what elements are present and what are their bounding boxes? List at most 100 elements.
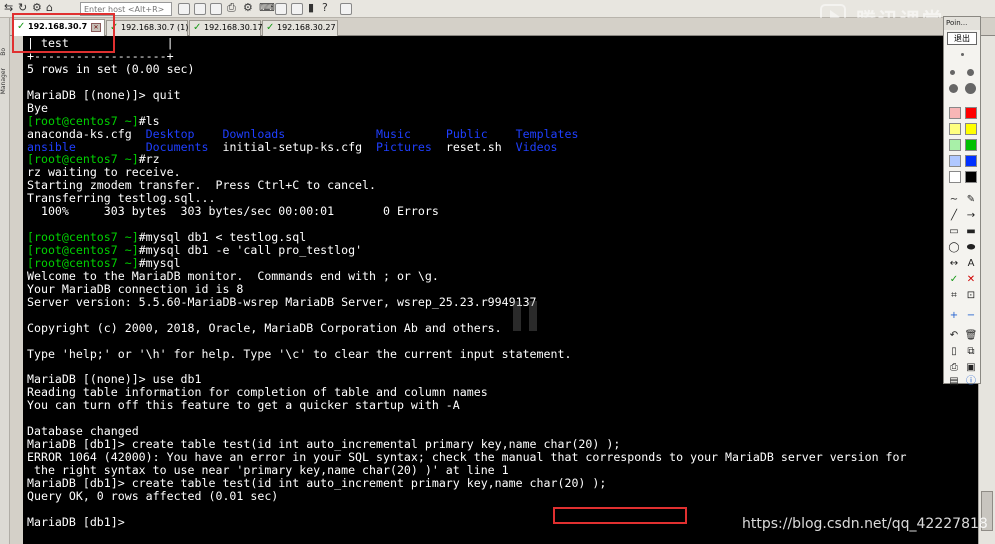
terminal-segment bbox=[76, 140, 146, 154]
freehand-icon[interactable]: ∼ bbox=[947, 193, 961, 206]
pause-icon bbox=[513, 301, 539, 331]
new-session-icon[interactable]: ⇆ bbox=[4, 1, 13, 14]
copy-image-icon[interactable]: ⧉ bbox=[964, 345, 978, 358]
terminal-segment: MariaDB [(none)]> quit bbox=[27, 87, 181, 102]
text-icon[interactable]: A bbox=[964, 257, 978, 270]
tab-label: 192.168.30.17 bbox=[204, 23, 263, 32]
toolbox-exit-button[interactable]: 退出 bbox=[947, 32, 977, 45]
color-swatch-white[interactable] bbox=[949, 171, 961, 183]
brush-size-small-icon[interactable] bbox=[961, 53, 964, 56]
color-swatch-light-yellow[interactable] bbox=[949, 123, 961, 135]
zoom-region-icon[interactable]: ⊡ bbox=[964, 289, 978, 302]
terminal-output[interactable]: | test | +-------------------+ 5 rows in s… bbox=[23, 36, 978, 544]
terminal-segment: Type 'help;' or '\h' for help. Type '\c'… bbox=[27, 346, 572, 361]
terminal-segment bbox=[285, 127, 376, 141]
save-icon[interactable]: ▣ bbox=[964, 361, 978, 374]
arrow-icon[interactable]: → bbox=[964, 209, 978, 222]
check-mark-icon[interactable]: ✓ bbox=[947, 273, 961, 286]
left-strip-label-1: Bo bbox=[0, 48, 7, 56]
zoom-in-icon[interactable]: + bbox=[947, 309, 961, 322]
terminal-segment: [root@centos7 ~] bbox=[27, 243, 139, 257]
double-arrow-icon[interactable]: ↔ bbox=[947, 257, 961, 270]
terminal-segment: +-------------------+ bbox=[27, 48, 174, 63]
sftp-icon[interactable]: ⚙ bbox=[243, 1, 253, 14]
find-icon[interactable] bbox=[210, 3, 222, 15]
info-icon[interactable]: ⓘ bbox=[964, 375, 978, 388]
color-swatch-yellow[interactable] bbox=[965, 123, 977, 135]
terminal-segment: [root@centos7 ~] bbox=[27, 113, 139, 128]
terminal-segment: Starting zmodem transfer. Press Ctrl+C t… bbox=[27, 178, 377, 193]
terminal-segment: Documents bbox=[145, 139, 209, 154]
terminal-segment: Welcome to the MariaDB monitor. Commands… bbox=[27, 268, 439, 283]
annotation-toolbox: Poin... 退出 ∼ ✎ ╱ → ▭ ▬ ◯ ⬬ ↔ A ✓ ✕ ⌗ ⊡ +… bbox=[943, 16, 981, 387]
terminal-segment: [root@centos7 ~] bbox=[27, 230, 139, 245]
lock-icon[interactable]: ⌂ bbox=[46, 1, 53, 14]
settings-icon[interactable]: ⚙ bbox=[32, 1, 42, 14]
color-swatch-pink[interactable] bbox=[949, 107, 961, 119]
terminal-segment: #rz bbox=[138, 152, 160, 167]
tab-label: 192.168.30.27 bbox=[277, 23, 336, 32]
connected-check-icon: ✓ bbox=[266, 22, 275, 33]
session-manager-strip[interactable]: Bo Manager bbox=[0, 18, 10, 544]
new-page-icon[interactable]: ▯ bbox=[947, 345, 961, 358]
color-swatch-light-blue[interactable] bbox=[949, 155, 961, 167]
rectangle-icon[interactable]: ▭ bbox=[947, 225, 961, 238]
color-swatch-blue[interactable] bbox=[965, 155, 977, 167]
terminal-line: MariaDB [(none)]> quit bbox=[27, 87, 906, 102]
zoom-out-icon[interactable]: − bbox=[964, 309, 978, 322]
tab-session-4[interactable]: ✓ 192.168.30.27 bbox=[262, 20, 338, 36]
terminal-segment: Public bbox=[445, 126, 488, 141]
color-swatch-red[interactable] bbox=[965, 107, 977, 119]
brush-size-xxl-icon[interactable] bbox=[965, 83, 976, 94]
terminal-segment: [root@centos7 ~] bbox=[27, 255, 139, 270]
transfer-icon[interactable]: ⌨ bbox=[259, 1, 275, 14]
connected-check-icon: ✓ bbox=[110, 22, 119, 33]
filled-rectangle-icon[interactable]: ▬ bbox=[964, 225, 978, 238]
terminal-segment: MariaDB [(none)]> use db1 bbox=[27, 372, 202, 387]
tab-session-1[interactable]: ✓ 192.168.30.7 ✕ bbox=[13, 19, 105, 36]
tab-session-2[interactable]: ✓ 192.168.30.7 (1) bbox=[106, 20, 188, 36]
sidebar-icon[interactable]: ▮ bbox=[308, 1, 314, 14]
keymap-icon[interactable] bbox=[275, 3, 287, 15]
copy-icon[interactable] bbox=[194, 3, 206, 15]
terminal-segment: You can turn off this feature to get a q… bbox=[27, 398, 460, 413]
print-image-icon[interactable]: ⎙ bbox=[947, 361, 961, 374]
host-input[interactable] bbox=[80, 2, 172, 16]
reconnect-icon[interactable]: ↻ bbox=[18, 1, 27, 14]
close-tab-icon[interactable]: ✕ bbox=[91, 23, 101, 32]
filled-ellipse-icon[interactable]: ⬬ bbox=[964, 241, 978, 254]
brush-size-large-icon[interactable] bbox=[967, 69, 974, 76]
terminal-segment: #mysql db1 -e 'call pro_testlog' bbox=[138, 243, 363, 257]
brush-size-medium-icon[interactable] bbox=[950, 70, 955, 75]
toolbox-title: Poin... bbox=[944, 17, 980, 30]
terminal-segment: #ls bbox=[138, 113, 160, 128]
terminal-segment: Your MariaDB connection id is 8 bbox=[27, 281, 244, 296]
ellipse-icon[interactable]: ◯ bbox=[947, 241, 961, 254]
color-swatch-light-green[interactable] bbox=[949, 139, 961, 151]
screenshot-icon[interactable]: ▤ bbox=[947, 375, 961, 388]
terminal-segment: Transferring testlog.sql... bbox=[27, 191, 216, 206]
tab-session-3[interactable]: ✓ 192.168.30.17 bbox=[189, 20, 263, 36]
line-icon[interactable]: ╱ bbox=[947, 209, 961, 222]
paste-icon[interactable] bbox=[178, 3, 190, 15]
toolbox-icon[interactable] bbox=[340, 3, 352, 15]
cross-mark-icon[interactable]: ✕ bbox=[964, 273, 978, 286]
terminal-segment: Query OK, 0 rows affected (0.01 sec) bbox=[27, 488, 279, 503]
crop-icon[interactable]: ⌗ bbox=[947, 289, 961, 302]
trash-icon[interactable]: 🗑 bbox=[964, 329, 978, 342]
terminal-segment: #mysql bbox=[138, 255, 181, 270]
tab-label: 192.168.30.7 bbox=[28, 22, 88, 31]
color-swatch-green[interactable] bbox=[965, 139, 977, 151]
help-icon[interactable]: ? bbox=[322, 1, 328, 14]
undo-icon[interactable]: ↶ bbox=[947, 329, 961, 342]
print-icon[interactable]: ⎙ bbox=[227, 1, 236, 15]
terminal-segment: MariaDB [db1]> create table test(id int … bbox=[27, 475, 607, 490]
terminal-segment: reset.sh bbox=[431, 139, 516, 154]
color-swatch-black[interactable] bbox=[965, 171, 977, 183]
terminal-segment: Desktop Downloads bbox=[145, 126, 286, 141]
pen-icon[interactable]: ✎ bbox=[964, 193, 978, 206]
terminal-segment: Copyright (c) 2000, 2018, Oracle, MariaD… bbox=[27, 320, 502, 335]
options-icon[interactable] bbox=[291, 3, 303, 15]
brush-size-xl-icon[interactable] bbox=[949, 84, 958, 93]
